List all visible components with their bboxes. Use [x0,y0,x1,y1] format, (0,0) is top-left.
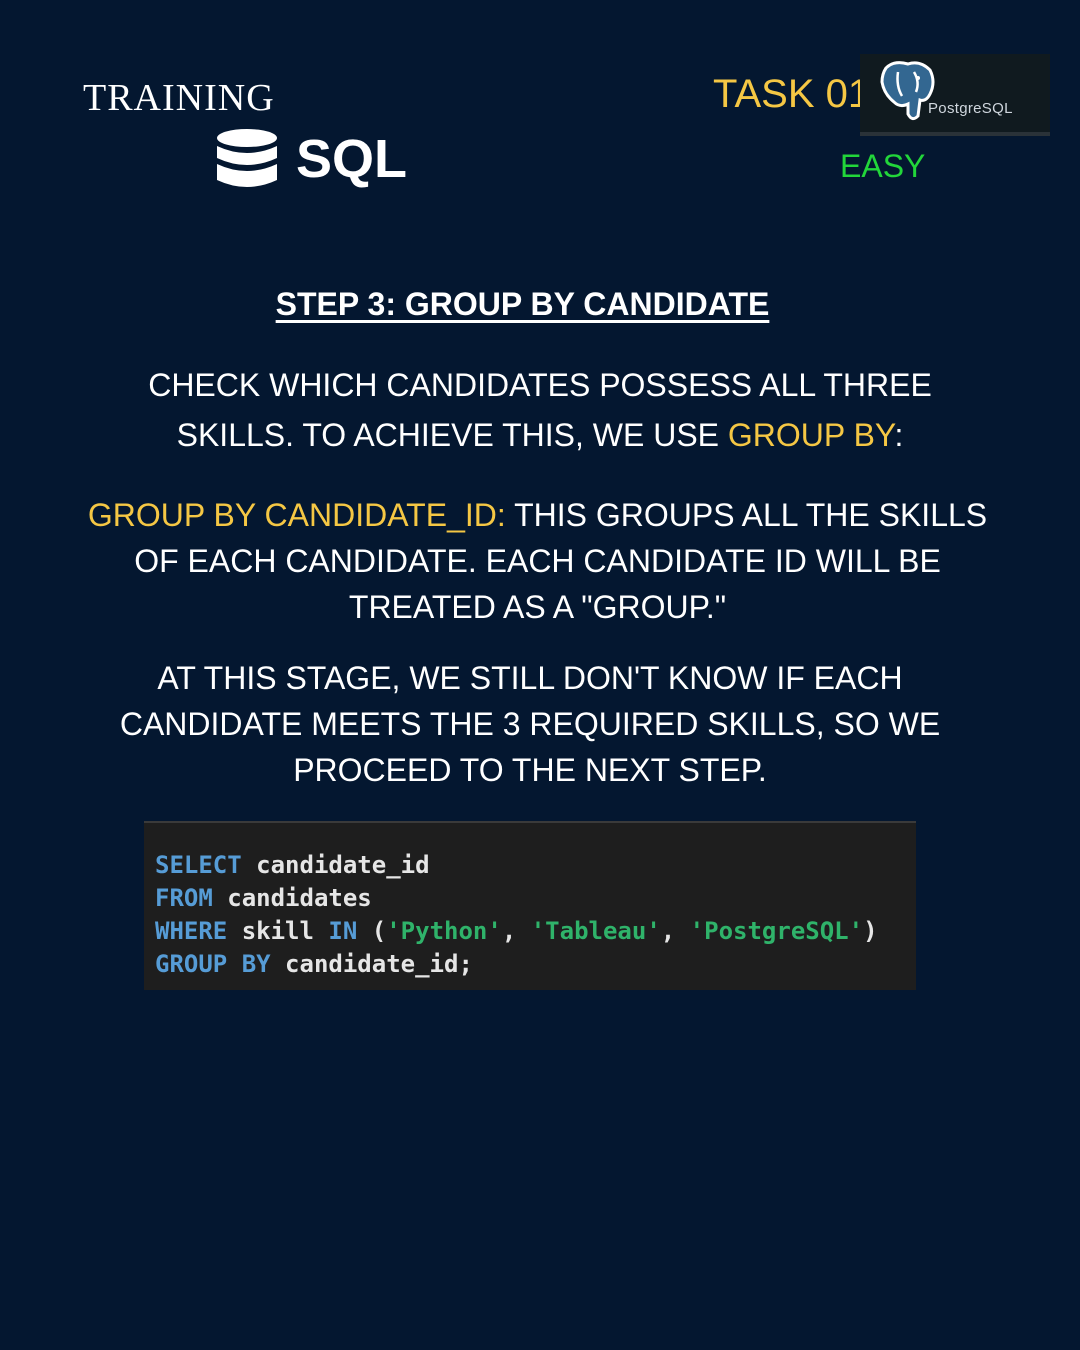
code-block: SELECT candidate_id FROM candidates WHERE … [144,821,916,990]
paragraph-group-by-explanation: GROUP BY CANDIDATE_ID: THIS GROUPS ALL T… [85,492,990,630]
code-text: ( [357,917,387,945]
highlight-text: GROUP BY [727,417,895,453]
code-line: GROUP BY candidate_id; [155,948,916,981]
code-text: candidate_id [241,851,430,879]
code-text: skill [227,917,329,945]
step-title: STEP 3: GROUP BY CANDIDATE [275,286,770,322]
difficulty-badge: EASY [840,148,926,184]
postgresql-logo-text: PostgreSQL [928,100,1013,117]
paragraph-group-by-intro: CHECK WHICH CANDIDATES POSSESS ALL THREE… [90,360,990,460]
code-keyword: SELECT [155,851,242,879]
code-text: ) [863,917,878,945]
code-text: candidates [212,884,372,912]
code-text: candidate_id; [270,950,473,978]
postgresql-logo: PostgreSQL [860,54,1050,136]
code-line: WHERE skill IN ('Python', 'Tableau', 'Po… [155,915,916,948]
code-string: 'Python' [386,917,502,945]
paragraph-text: : [894,417,904,453]
code-line: SELECT candidate_id [155,849,916,882]
code-keyword: FROM [155,884,213,912]
paragraph-next-step: AT THIS STAGE, WE STILL DON'T KNOW IF EA… [119,660,941,788]
code-keyword: BY [241,950,271,978]
sql-logo-text: SQL [296,129,408,189]
code-keyword: IN [328,917,358,945]
code-keyword: GROUP [155,950,228,978]
database-icon [217,129,277,187]
code-string: 'Tableau' [530,917,661,945]
code-keyword: WHERE [155,917,228,945]
highlight-text: GROUP BY CANDIDATE_ID: [87,497,506,533]
task-number: TASK 01 [713,72,871,116]
code-string: 'PostgreSQL' [689,917,864,945]
code-text: , [660,917,690,945]
training-label: TRAINING [83,77,275,119]
code-line: FROM candidates [155,882,916,915]
code-text: , [501,917,531,945]
sql-logo: SQL [216,128,407,190]
